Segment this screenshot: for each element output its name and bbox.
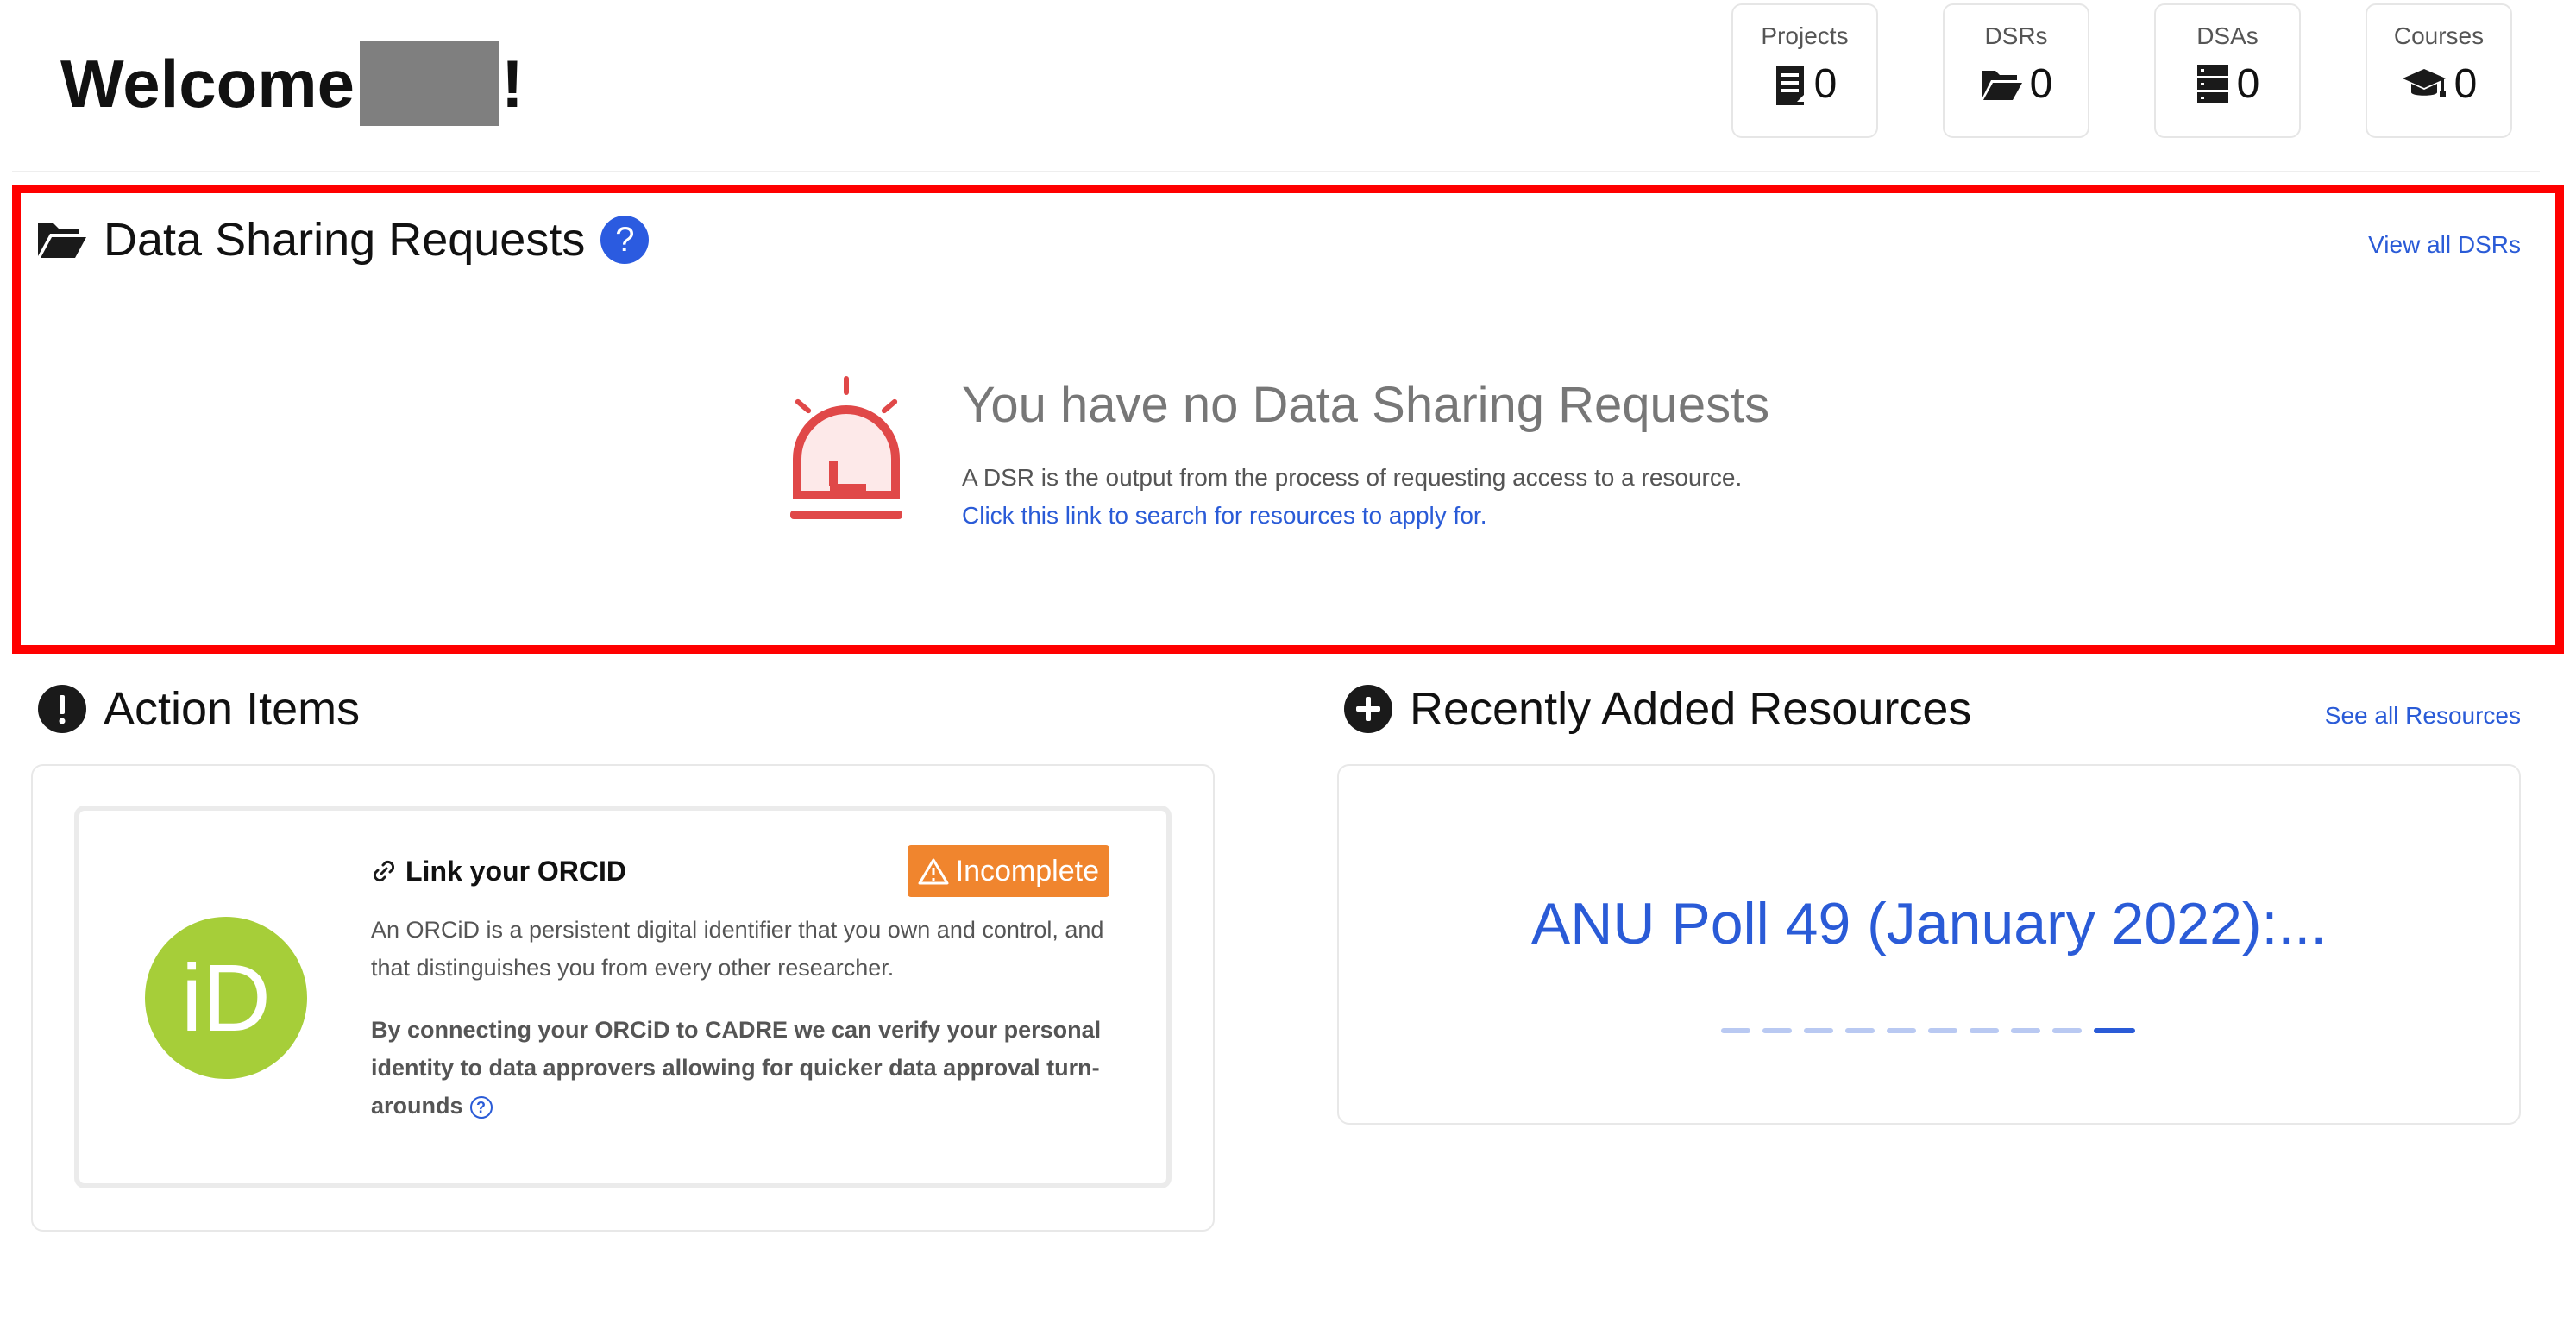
plus-circle-icon [1344, 685, 1392, 733]
stat-projects-value: 0 [1813, 61, 1838, 107]
redacted-username [360, 41, 500, 126]
status-badge: Incomplete [907, 845, 1109, 897]
graduation-cap-icon [2402, 68, 2446, 97]
stat-dsrs[interactable]: DSRs 0 [1943, 3, 2089, 138]
stat-courses-value: 0 [2453, 61, 2478, 107]
welcome-suffix: ! [501, 45, 525, 122]
alert-siren-icon [790, 376, 902, 519]
carousel-dot[interactable] [2011, 1028, 2040, 1033]
folder-open-icon [1981, 70, 2022, 100]
folder-open-icon [38, 223, 86, 258]
action-items-title-text: Action Items [104, 683, 361, 735]
carousel-dot[interactable] [1887, 1028, 1916, 1033]
dsr-empty-title: You have no Data Sharing Requests [962, 377, 1770, 433]
action-items-title: Action Items [36, 678, 360, 740]
status-badge-text: Incomplete [955, 854, 1099, 887]
link-icon [373, 860, 395, 882]
stat-dsrs-label: DSRs [1984, 22, 2048, 49]
dsr-search-resources-link[interactable]: Click this link to search for resources … [962, 502, 1486, 530]
stat-courses[interactable]: Courses 0 [2366, 3, 2512, 138]
carousel-dot[interactable] [1845, 1028, 1875, 1033]
welcome-text: Welcome [60, 45, 355, 122]
orcid-description: An ORCiD is a persistent digital identif… [371, 917, 1104, 981]
dsr-section-title: Data Sharing Requests ? [36, 209, 650, 271]
stat-projects-label: Projects [1761, 22, 1849, 49]
stat-dsas-label: DSAs [2196, 22, 2259, 49]
see-all-resources-link[interactable]: See all Resources [2325, 702, 2521, 730]
orcid-benefit: By connecting your ORCiD to CADRE we can… [371, 1011, 1130, 1125]
dsr-empty-text: A DSR is the output from the process of … [962, 464, 1743, 491]
recent-resources-title-text: Recently Added Resources [1410, 683, 1972, 735]
orcid-logo-icon: iD [145, 917, 307, 1079]
orcid-help-icon[interactable]: ? [469, 1095, 493, 1119]
orcid-title: Link your ORCID [371, 852, 626, 890]
dsr-title-text: Data Sharing Requests [104, 214, 586, 266]
stat-dsrs-value: 0 [2029, 61, 2053, 107]
carousel-dot[interactable] [1721, 1028, 1750, 1033]
stat-courses-label: Courses [2393, 22, 2485, 49]
server-icon [2196, 64, 2228, 103]
clipboard-list-icon [1775, 65, 1804, 105]
header-divider [12, 171, 2540, 172]
carousel-dot[interactable] [2052, 1028, 2082, 1033]
orcid-title-text: Link your ORCID [405, 855, 627, 887]
exclamation-circle-icon [38, 685, 86, 733]
resource-title-link[interactable]: ANU Poll 49 (January 2022):... [1337, 890, 2521, 957]
recent-resources-title: Recently Added Resources [1342, 678, 1971, 740]
view-all-dsrs-link[interactable]: View all DSRs [2368, 231, 2521, 259]
warning-triangle-icon [918, 858, 949, 885]
carousel-dot[interactable] [1928, 1028, 1957, 1033]
welcome-heading: Welcome ! [60, 41, 524, 126]
carousel-indicators [1721, 1028, 2135, 1033]
dsr-help-button[interactable]: ? [600, 216, 650, 264]
stat-dsas-value: 0 [2236, 61, 2260, 107]
stat-projects[interactable]: Projects 0 [1731, 3, 1878, 138]
stat-dsas[interactable]: DSAs 0 [2154, 3, 2301, 138]
carousel-dot[interactable] [1804, 1028, 1833, 1033]
carousel-dot[interactable] [2094, 1028, 2135, 1033]
carousel-dot[interactable] [1762, 1028, 1792, 1033]
carousel-dot[interactable] [1970, 1028, 1999, 1033]
